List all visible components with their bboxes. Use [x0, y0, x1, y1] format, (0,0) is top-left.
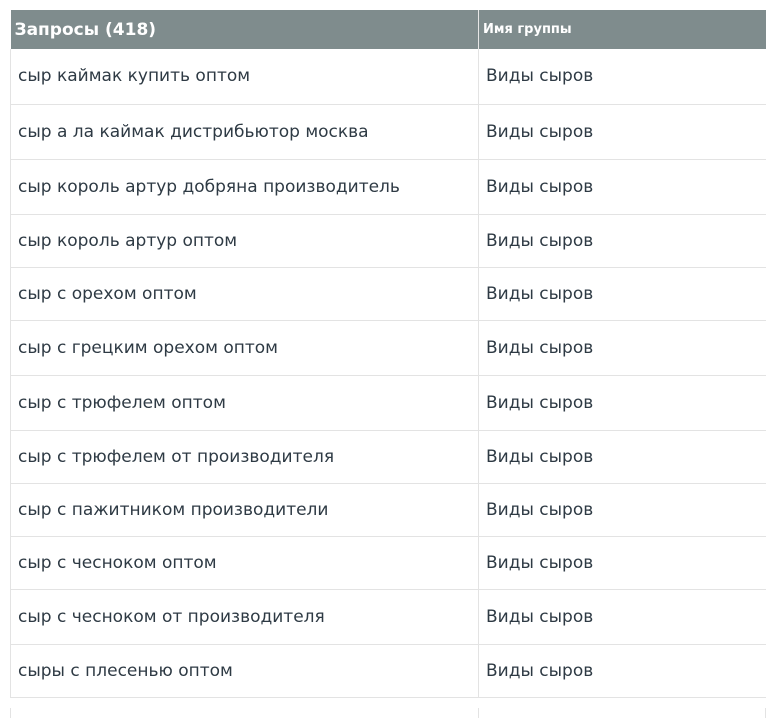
queries-table-container: Запросы (418) Имя группы сыр каймак купи… [10, 10, 766, 698]
header-group-name[interactable]: Имя группы [478, 10, 766, 49]
query-cell: сыр а ла каймак дистрибьютор москва [10, 104, 479, 160]
table-row: сыр король артур оптом Виды сыров [10, 214, 766, 268]
group-cell: Виды сыров [478, 49, 766, 105]
table-row: сыр с орехом оптом Виды сыров [10, 267, 766, 321]
group-cell: Виды сыров [478, 159, 766, 215]
group-cell: Виды сыров [478, 267, 766, 321]
table-row: сыр с чесноком от производителя Виды сыр… [10, 589, 766, 645]
query-cell: сыр каймак купить оптом [10, 49, 479, 105]
table-row: сыр с трюфелем оптом Виды сыров [10, 375, 766, 431]
query-cell: сыр с трюфелем оптом [10, 375, 479, 431]
query-cell: сыр с чесноком от производителя [10, 589, 479, 645]
table-border-middle [478, 708, 479, 718]
table-row: сыр каймак купить оптом Виды сыров [10, 49, 766, 105]
table-row: сыр с чесноком оптом Виды сыров [10, 536, 766, 590]
group-cell: Виды сыров [478, 483, 766, 537]
table-row: сыр с грецким орехом оптом Виды сыров [10, 320, 766, 376]
query-cell: сыр с орехом оптом [10, 267, 479, 321]
query-cell: сыр король артур оптом [10, 214, 479, 268]
table-border-left [10, 708, 11, 718]
query-cell: сыр король артур добряна производитель [10, 159, 479, 215]
query-cell: сыр с чесноком оптом [10, 536, 479, 590]
group-cell: Виды сыров [478, 214, 766, 268]
queries-table: Запросы (418) Имя группы сыр каймак купи… [10, 10, 766, 698]
group-cell: Виды сыров [478, 320, 766, 376]
group-cell: Виды сыров [478, 589, 766, 645]
table-row: сыры с плесенью оптом Виды сыров [10, 644, 766, 698]
query-cell: сыры с плесенью оптом [10, 644, 479, 698]
table-header-row: Запросы (418) Имя группы [10, 10, 766, 49]
query-cell: сыр с трюфелем от производителя [10, 430, 479, 484]
table-row: сыр с трюфелем от производителя Виды сыр… [10, 430, 766, 484]
group-cell: Виды сыров [478, 644, 766, 698]
next-row-partial [10, 708, 766, 718]
query-cell: сыр с пажитником производители [10, 483, 479, 537]
query-cell: сыр с грецким орехом оптом [10, 320, 479, 376]
table-row: сыр а ла каймак дистрибьютор москва Виды… [10, 104, 766, 160]
group-cell: Виды сыров [478, 536, 766, 590]
table-body: сыр каймак купить оптом Виды сыров сыр а… [10, 49, 766, 698]
group-cell: Виды сыров [478, 104, 766, 160]
group-cell: Виды сыров [478, 430, 766, 484]
table-row: сыр король артур добряна производитель В… [10, 159, 766, 215]
group-cell: Виды сыров [478, 375, 766, 431]
table-row: сыр с пажитником производители Виды сыро… [10, 483, 766, 537]
header-queries[interactable]: Запросы (418) [10, 10, 479, 49]
